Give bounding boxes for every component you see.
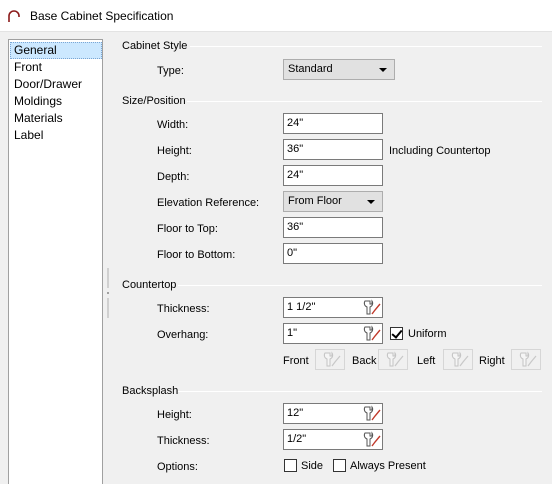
uniform-label: Uniform	[408, 328, 447, 340]
nav-item-front[interactable]: Front	[10, 59, 102, 76]
front-label: Front	[283, 355, 309, 367]
type-select-value: Standard	[288, 63, 333, 75]
default-wrench-icon[interactable]	[360, 298, 382, 317]
disabled-wrench-icon	[386, 351, 404, 367]
always-present-label: Always Present	[350, 460, 426, 472]
nav-item-materials[interactable]: Materials	[10, 110, 102, 127]
window-title: Base Cabinet Specification	[30, 9, 174, 23]
backsplash-height-label: Height:	[157, 409, 192, 421]
disabled-wrench-icon	[323, 351, 341, 367]
overhang-value: 1"	[287, 327, 298, 339]
nav-item-general[interactable]: General	[10, 42, 102, 59]
height-note: Including Countertop	[389, 145, 491, 157]
floor-to-top-field[interactable]: 36"	[283, 217, 383, 238]
overhang-label: Overhang:	[157, 329, 209, 341]
floor-to-bottom-label: Floor to Bottom:	[157, 249, 236, 261]
floor-to-bottom-field[interactable]: 0"	[283, 243, 383, 264]
options-label: Options:	[157, 461, 198, 473]
countertop-thickness-value: 1 1/2"	[287, 301, 316, 313]
elevation-reference-select[interactable]: From Floor	[283, 191, 383, 212]
section-divider	[187, 101, 542, 102]
nav-item-moldings[interactable]: Moldings	[10, 93, 102, 110]
height-field[interactable]: 36"	[283, 139, 383, 160]
depth-field[interactable]: 24"	[283, 165, 383, 186]
section-divider	[178, 391, 542, 392]
title-bar: Base Cabinet Specification	[0, 0, 552, 32]
front-default-button[interactable]	[315, 349, 345, 370]
left-label: Left	[417, 355, 436, 367]
section-title-size-position: Size/Position	[122, 95, 186, 107]
right-default-button[interactable]	[511, 349, 541, 370]
back-label: Back	[352, 355, 377, 367]
nav-item-door-drawer[interactable]: Door/Drawer	[10, 76, 102, 93]
backsplash-height-value: 12"	[287, 407, 304, 419]
category-list[interactable]: General Front Door/Drawer Moldings Mater…	[8, 39, 103, 484]
disabled-wrench-icon	[519, 351, 537, 367]
always-present-checkbox[interactable]	[333, 459, 346, 472]
type-label: Type:	[157, 65, 184, 77]
chevron-down-icon	[379, 68, 387, 72]
floor-to-top-label: Floor to Top:	[157, 223, 218, 235]
right-label: Right	[479, 355, 505, 367]
disabled-wrench-icon	[451, 351, 469, 367]
section-divider	[178, 285, 542, 286]
width-label: Width:	[157, 119, 189, 131]
uniform-checkbox[interactable]	[390, 327, 403, 340]
side-label: Side	[301, 460, 324, 472]
nav-item-label[interactable]: Label	[10, 127, 102, 144]
height-label: Height:	[157, 145, 192, 157]
section-title-backsplash: Backsplash	[122, 385, 179, 397]
back-default-button[interactable]	[378, 349, 408, 370]
pane-splitter[interactable]	[106, 268, 110, 318]
countertop-thickness-label: Thickness:	[157, 303, 210, 315]
section-title-countertop: Countertop	[122, 279, 177, 291]
cabinet-arch-icon	[8, 10, 20, 22]
elevation-reference-label: Elevation Reference:	[157, 197, 260, 209]
default-wrench-icon[interactable]	[360, 404, 382, 423]
type-select[interactable]: Standard	[283, 59, 395, 80]
backsplash-thickness-label: Thickness:	[157, 435, 210, 447]
depth-label: Depth:	[157, 171, 190, 183]
section-divider	[190, 46, 542, 47]
section-title-cabinet-style: Cabinet Style	[122, 40, 188, 52]
width-field[interactable]: 24"	[283, 113, 383, 134]
default-wrench-icon[interactable]	[360, 430, 382, 449]
chevron-down-icon	[367, 200, 375, 204]
left-default-button[interactable]	[443, 349, 473, 370]
backsplash-thickness-value: 1/2"	[287, 433, 307, 445]
elevation-reference-value: From Floor	[288, 195, 342, 207]
side-checkbox[interactable]	[284, 459, 297, 472]
default-wrench-icon[interactable]	[360, 324, 382, 343]
